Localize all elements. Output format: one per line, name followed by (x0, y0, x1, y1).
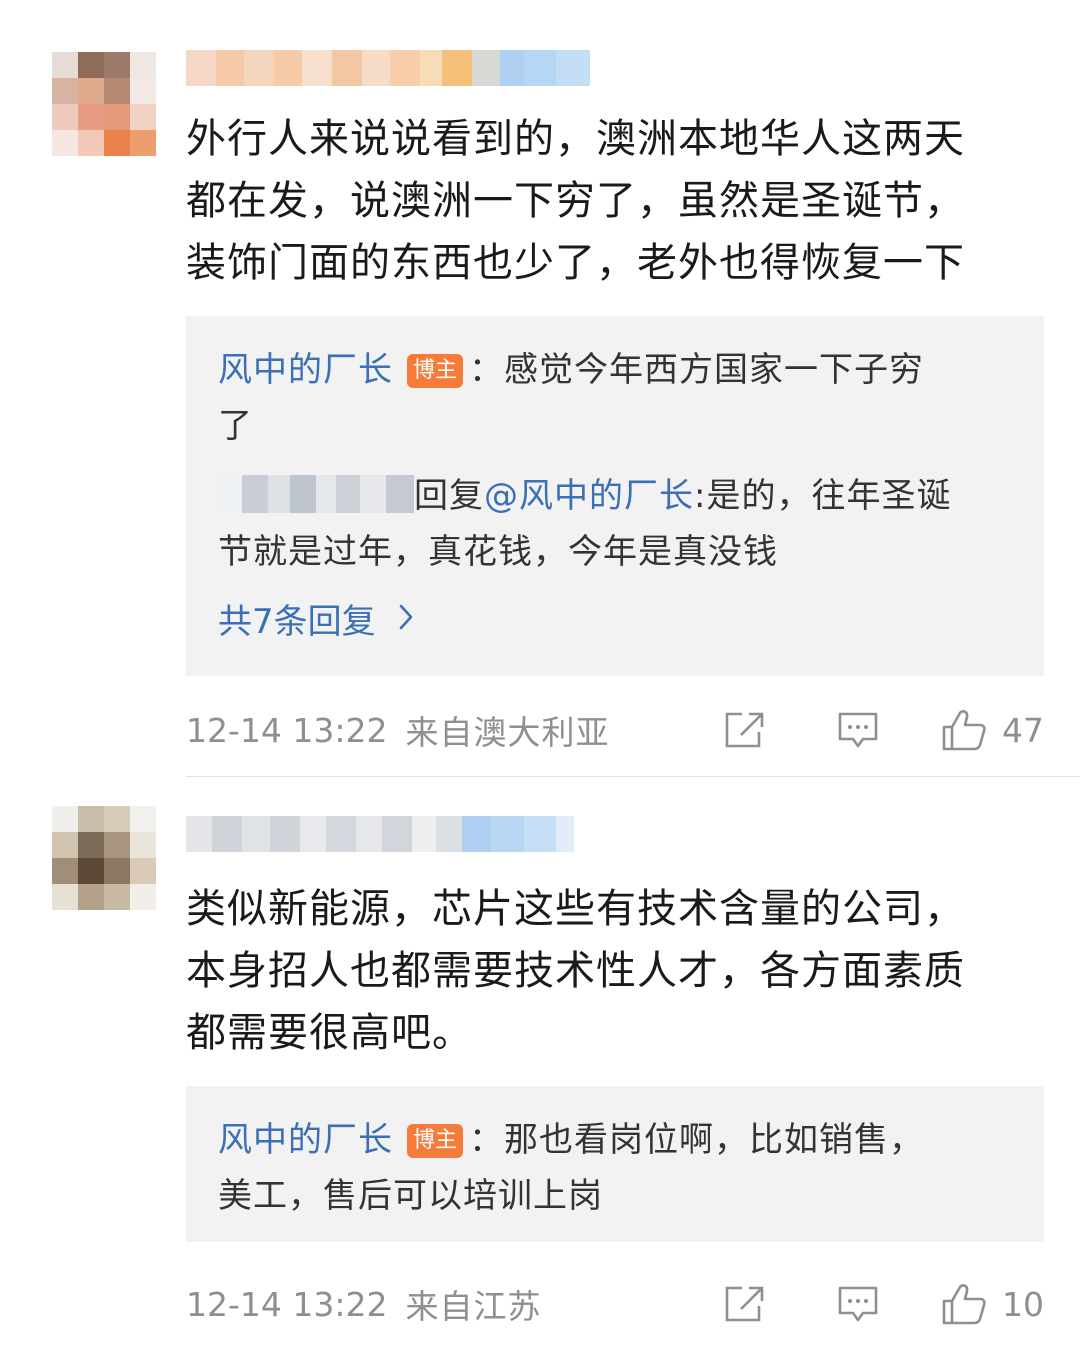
blogger-badge: 博主 (407, 1124, 464, 1158)
like-count: 10 (1002, 1284, 1044, 1324)
comment-actions: 10 (714, 1281, 1044, 1327)
reply-text-cont: 美工，售后可以培训上岗 (218, 1176, 603, 1216)
comment-location: 来自江苏 (405, 1287, 542, 1326)
like-icon (942, 710, 986, 751)
view-all-replies-label: 共7条回复 (218, 602, 376, 642)
comment-text: 类似新能源，芯片这些有技术含量的公司， 本身招人也都需要技术性人才，各方面素质 … (186, 878, 1046, 1064)
reply-author-link[interactable]: 风中的厂长 (218, 350, 393, 390)
like-button[interactable]: 10 (940, 1281, 1044, 1327)
comment-meta: 12-14 13:22 来自澳大利亚 47 (186, 705, 1044, 755)
comment-icon (838, 1286, 878, 1322)
comment-text-line: 本身招人也都需要技术性人才，各方面素质 (186, 948, 965, 994)
comment-button[interactable] (828, 1284, 888, 1324)
author-reply: 风中的厂长 博主 ：感觉今年西方国家一下子穷 (218, 342, 1012, 398)
comment-icon (838, 712, 878, 748)
comment-time: 12-14 13:22 (186, 710, 388, 750)
reply-text-cont: 了 (218, 406, 253, 446)
username-blurred[interactable] (186, 50, 590, 86)
comment-item: 类似新能源，芯片这些有技术含量的公司， 本身招人也都需要技术性人才，各方面素质 … (0, 780, 1080, 1354)
sub-reply-text-cont: 节就是过年，真花钱，今年是真没钱 (218, 532, 778, 572)
sub-reply-prefix: 回复 (414, 476, 484, 516)
comment-text-line: 都在发，说澳洲一下穷了，虽然是圣诞节， (186, 178, 965, 224)
comment-divider (186, 776, 1080, 777)
reply-preview-box[interactable]: 风中的厂长 博主 ：那也看岗位啊，比如销售， 美工，售后可以培训上岗 (186, 1086, 1044, 1242)
comment-time: 12-14 13:22 (186, 1284, 388, 1324)
like-count: 47 (1002, 710, 1044, 750)
comment-text-line: 都需要很高吧。 (186, 1010, 473, 1056)
share-button[interactable] (714, 710, 774, 750)
share-icon (725, 712, 764, 748)
comment-text-line: 装饰门面的东西也少了，老外也得恢复一下 (186, 240, 965, 286)
comment-location: 来自澳大利亚 (405, 713, 610, 752)
username-blurred[interactable] (186, 816, 574, 852)
reply-author-link[interactable]: 风中的厂长 (218, 1120, 393, 1160)
like-button[interactable]: 47 (940, 707, 1044, 753)
sub-reply-mention[interactable]: @风中的厂长 (484, 476, 694, 516)
like-icon (942, 1284, 986, 1325)
share-button[interactable] (714, 1284, 774, 1324)
reply-text: ：那也看岗位啊，比如销售， (469, 1120, 925, 1160)
comment-meta: 12-14 13:22 来自江苏 10 (186, 1279, 1044, 1329)
comment-actions: 47 (714, 707, 1044, 753)
reply-text: ：感觉今年西方国家一下子穷 (469, 350, 925, 390)
author-reply: 风中的厂长 博主 ：那也看岗位啊，比如销售， (218, 1112, 1012, 1168)
sub-reply: 回复@风中的厂长:是的，往年圣诞 (218, 468, 1012, 524)
view-all-replies-link[interactable]: 共7条回复 (218, 594, 1012, 650)
reply-preview-box[interactable]: 风中的厂长 博主 ：感觉今年西方国家一下子穷 了 回复@风中的厂长:是的，往年圣诞 … (186, 316, 1044, 676)
share-icon (725, 1286, 764, 1322)
blogger-badge: 博主 (407, 354, 464, 388)
avatar[interactable] (52, 806, 156, 910)
sub-reply-username-blurred[interactable] (218, 475, 414, 513)
comment-text-line: 外行人来说说看到的，澳洲本地华人这两天 (186, 116, 965, 162)
comment-text-line: 类似新能源，芯片这些有技术含量的公司， (186, 886, 965, 932)
comment-item: 外行人来说说看到的，澳洲本地华人这两天 都在发，说澳洲一下穷了，虽然是圣诞节， … (0, 0, 1080, 780)
comment-button[interactable] (828, 710, 888, 750)
comment-text: 外行人来说说看到的，澳洲本地华人这两天 都在发，说澳洲一下穷了，虽然是圣诞节， … (186, 108, 1046, 294)
chevron-right-icon (398, 594, 414, 650)
avatar[interactable] (52, 52, 156, 156)
sub-reply-text: :是的，往年圣诞 (694, 476, 952, 516)
